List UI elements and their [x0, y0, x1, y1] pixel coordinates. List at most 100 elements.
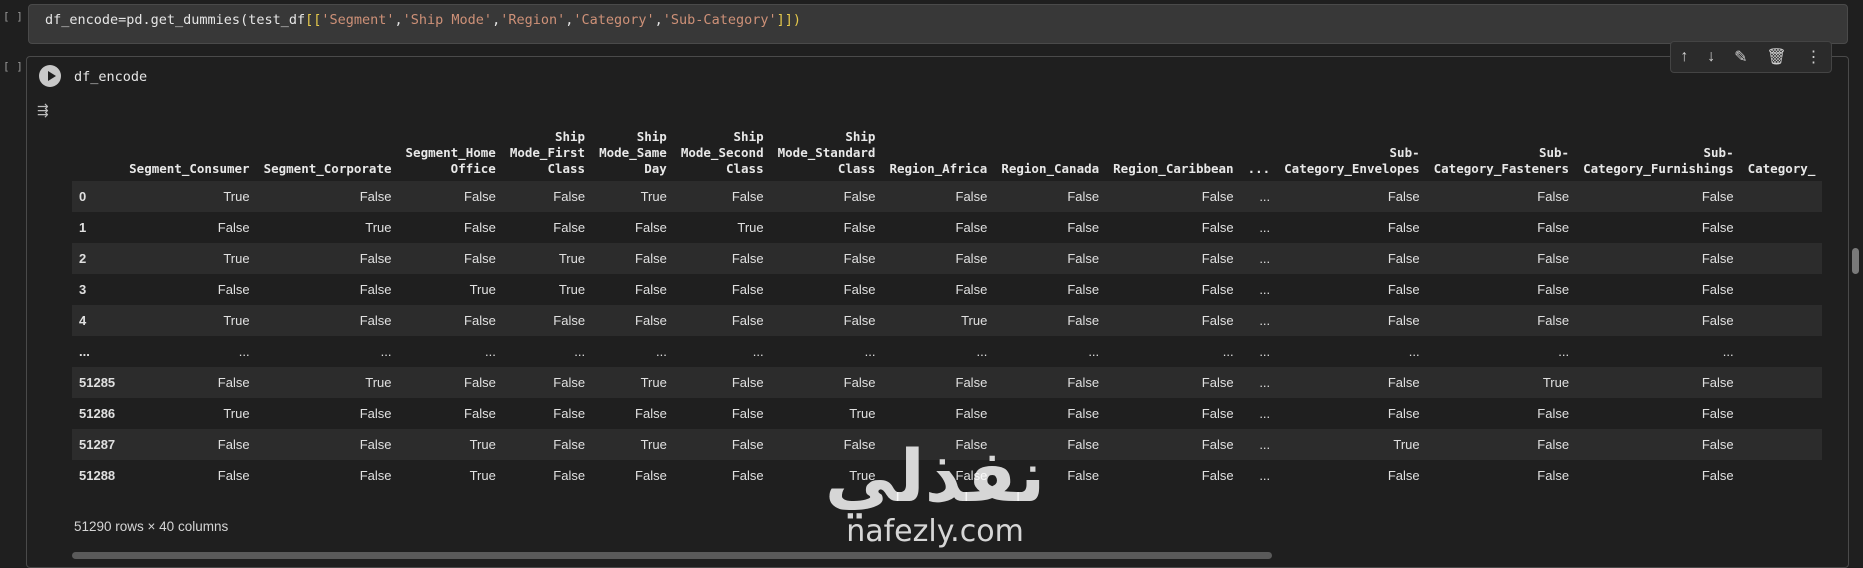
- delete-icon[interactable]: 🗑: [1766, 47, 1786, 67]
- code-line[interactable]: df_encode=pd.get_dummies(test_df[['Segme…: [45, 12, 801, 28]
- table-row: 51286 True False False False False False True Fa…: [72, 398, 1823, 429]
- table-cell: False: [731, 375, 764, 390]
- index-header: [72, 97, 122, 181]
- row-index: 0: [79, 189, 87, 204]
- cell1-bracket: [ ]: [3, 10, 23, 23]
- table-cell: False: [1387, 375, 1420, 390]
- row-index: 51286: [79, 406, 116, 421]
- table-cell: False: [1067, 406, 1100, 421]
- table-cell: [1741, 336, 1823, 367]
- table-cell: ...: [1259, 282, 1271, 297]
- table-cell: False: [843, 313, 876, 328]
- column-header: Ship Mode_Standard Class: [777, 129, 876, 176]
- table-cell: False: [464, 313, 496, 328]
- move-down-icon[interactable]: ↓: [1707, 48, 1715, 66]
- dataframe-output: Segment_Consumer Segment_Corporate Segment…: [72, 97, 1850, 487]
- table-cell: False: [553, 468, 586, 483]
- table-cell: ...: [1259, 220, 1271, 235]
- table-cell: ...: [574, 344, 586, 359]
- table-cell: [1741, 212, 1823, 243]
- table-cell: False: [359, 251, 392, 266]
- table-cell: True: [469, 282, 496, 297]
- column-header: Ship Mode_Second Class: [680, 129, 764, 176]
- table-cell: ...: [1259, 189, 1271, 204]
- table-cell: [1741, 274, 1823, 305]
- row-index: ...: [79, 344, 90, 359]
- table-cell: True: [737, 220, 764, 235]
- table-cell: False: [635, 468, 667, 483]
- table-cell: True: [640, 375, 667, 390]
- table-cell: True: [849, 406, 876, 421]
- table-cell: False: [464, 406, 496, 421]
- table-cell: False: [955, 406, 988, 421]
- horizontal-scrollbar[interactable]: [72, 552, 1272, 559]
- column-header: Ship Mode_Same Day: [599, 129, 667, 176]
- table-cell: False: [359, 406, 392, 421]
- move-up-icon[interactable]: ↑: [1680, 48, 1688, 66]
- table-cell: True: [223, 189, 250, 204]
- table-cell: ...: [1222, 344, 1234, 359]
- more-options-icon[interactable]: ⋮: [1806, 47, 1822, 67]
- table-cell: False: [635, 406, 667, 421]
- table-cell: False: [359, 282, 392, 297]
- table-cell: False: [1387, 313, 1420, 328]
- column-header: Region_Canada: [1001, 161, 1100, 176]
- table-cell: True: [558, 282, 586, 297]
- table-cell: ...: [1259, 406, 1271, 421]
- table-cell: False: [1701, 313, 1734, 328]
- table-cell: False: [464, 251, 496, 266]
- table-cell: False: [843, 251, 876, 266]
- cell-toolbar: ↑ ↓ ✎ 🗑 ⋮: [1670, 41, 1832, 73]
- table-cell: False: [359, 189, 392, 204]
- table-row: 51285 False True False False True False False Fa…: [72, 367, 1823, 398]
- table-cell: False: [1537, 468, 1570, 483]
- table-cell: ...: [1722, 344, 1734, 359]
- output-options-icon[interactable]: ⇶: [37, 103, 49, 119]
- table-cell: False: [955, 251, 988, 266]
- table-cell: False: [1537, 406, 1570, 421]
- table-cell: False: [843, 375, 876, 390]
- table-cell: ...: [752, 344, 764, 359]
- table-cell: False: [955, 282, 988, 297]
- table-cell: False: [1201, 375, 1234, 390]
- vertical-scrollbar[interactable]: [1852, 248, 1859, 274]
- table-cell: True: [1542, 375, 1570, 390]
- table-cell: True: [469, 468, 496, 483]
- column-header: Region_Caribbean: [1113, 161, 1234, 176]
- table-cell: False: [731, 189, 764, 204]
- column-header: Segment_Corporate: [263, 161, 392, 176]
- table-cell: False: [1201, 220, 1234, 235]
- table-cell: False: [1701, 220, 1734, 235]
- table-cell: False: [1537, 282, 1570, 297]
- table-cell: False: [731, 437, 764, 452]
- cell2-code[interactable]: df_encode: [74, 69, 147, 85]
- table-cell: False: [1201, 251, 1234, 266]
- table-cell: False: [217, 375, 250, 390]
- table-cell: False: [635, 282, 667, 297]
- table-cell: False: [217, 437, 250, 452]
- table-cell: False: [217, 468, 250, 483]
- table-cell: ...: [864, 344, 876, 359]
- table-cell: [1741, 460, 1823, 487]
- table-cell: True: [223, 406, 250, 421]
- table-cell: False: [1067, 375, 1100, 390]
- column-header: Sub- Category_Envelopes: [1284, 145, 1420, 176]
- table-cell: False: [1387, 282, 1420, 297]
- table-cell: False: [359, 437, 392, 452]
- table-cell: True: [640, 437, 667, 452]
- table-cell: False: [553, 313, 586, 328]
- edit-icon[interactable]: ✎: [1734, 47, 1747, 67]
- run-cell-button[interactable]: [39, 65, 61, 87]
- table-cell: False: [1067, 220, 1100, 235]
- table-cell: False: [1201, 189, 1234, 204]
- table-cell: ...: [380, 344, 392, 359]
- column-header: Sub- Category_Fasteners: [1433, 145, 1570, 176]
- table-cell: False: [731, 406, 764, 421]
- table-cell: False: [1387, 220, 1420, 235]
- table-cell: True: [469, 437, 496, 452]
- table-cell: False: [731, 251, 764, 266]
- table-row: ........................................…: [72, 336, 1823, 367]
- table-cell: ...: [1259, 375, 1271, 390]
- table-cell: ...: [238, 344, 250, 359]
- table-cell: False: [1201, 313, 1234, 328]
